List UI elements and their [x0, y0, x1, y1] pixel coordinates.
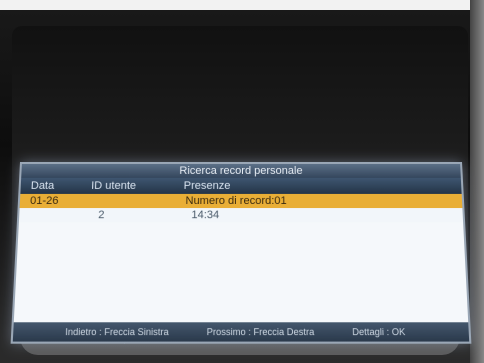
column-header-user-id: ID utente	[90, 179, 137, 192]
key-hints-footer: Indietro : Freccia Sinistra Prossimo : F…	[12, 322, 470, 342]
row-attendance: Numero di record:01	[185, 194, 287, 208]
photo-top-edge	[0, 0, 484, 10]
row-user-id: 2	[98, 209, 105, 222]
photo-right-edge	[470, 0, 484, 363]
table-body-empty	[13, 222, 469, 323]
hint-back: Indietro : Freccia Sinistra	[65, 326, 169, 338]
attendance-screen: Ricerca record personale Data ID utente …	[10, 162, 472, 344]
table-row[interactable]: 2 14:34	[19, 208, 463, 222]
hint-next: Prossimo : Freccia Destra	[206, 326, 315, 338]
row-attendance: 14:34	[191, 209, 220, 222]
table-row-selected[interactable]: 01-26 Numero di record:01	[19, 193, 463, 209]
column-header-date: Data	[30, 179, 55, 192]
column-header-attendance: Presenze	[183, 179, 231, 192]
table-header: Data ID utente Presenze	[20, 177, 462, 194]
row-date: 01-26	[29, 194, 59, 208]
hint-details: Dettagli : OK	[352, 326, 406, 338]
screen-title: Ricerca record personale	[21, 163, 461, 178]
